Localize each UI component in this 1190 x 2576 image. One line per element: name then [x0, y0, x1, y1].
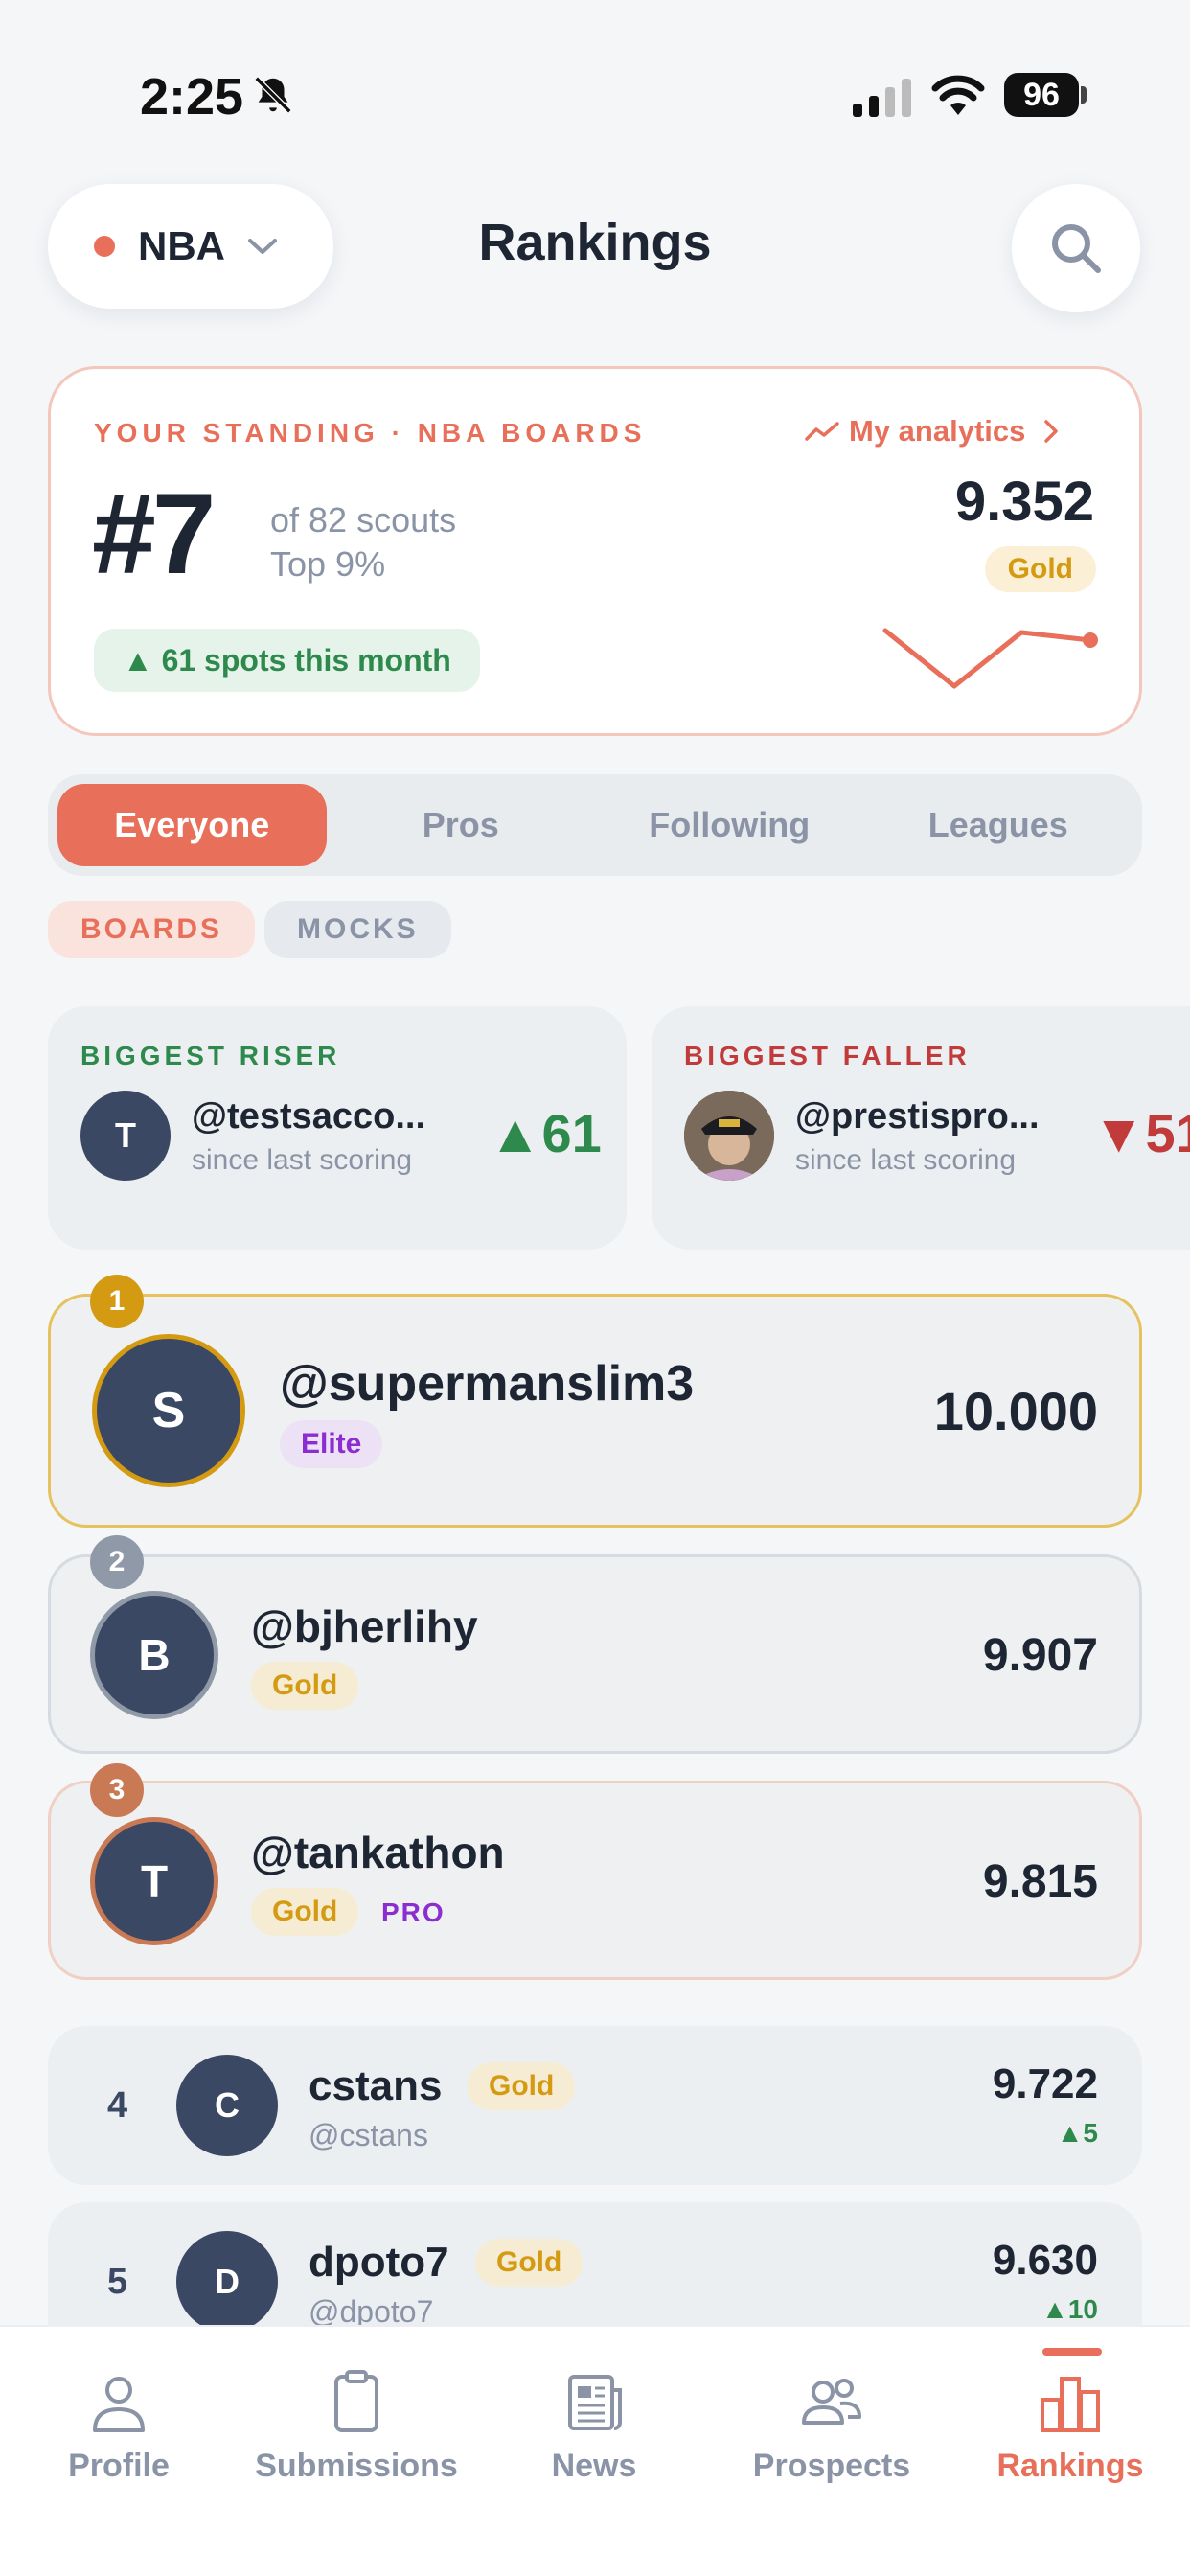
audience-segmented-control: Everyone Pros Following Leagues [48, 774, 1142, 876]
analytics-label: My analytics [849, 414, 1026, 448]
row-avatar-5: D [176, 2231, 278, 2333]
podium-avatar-3: T [90, 1817, 218, 1945]
up-arrow-icon: ▲ [1056, 2118, 1084, 2148]
up-arrow-icon: ▲ [1041, 2294, 1068, 2324]
row-rank-5: 5 [107, 2262, 128, 2302]
chevron-right-icon [1044, 420, 1059, 443]
up-arrow-icon: ▲ [489, 1103, 542, 1163]
search-icon [1052, 224, 1101, 273]
standing-score: 9.352 [954, 471, 1094, 533]
podium-tag-1: Elite [280, 1420, 383, 1468]
segment-everyone[interactable]: Everyone [57, 784, 327, 866]
riser-name: @testsacco... [192, 1096, 426, 1137]
newspaper-icon [568, 2375, 622, 2430]
pro-badge: PRO [381, 1898, 446, 1927]
clipboard-icon [334, 2370, 378, 2432]
search-button[interactable] [1012, 184, 1140, 312]
tab-news[interactable]: News [475, 2367, 713, 2485]
trend-icon [805, 422, 839, 441]
status-time: 2:25 [140, 68, 244, 126]
riser-avatar: T [80, 1091, 171, 1181]
standing-top-percent: Top 9% [270, 544, 386, 584]
spots-change-text: 61 spots this month [161, 643, 451, 678]
wifi-icon [931, 75, 985, 115]
faller-name: @prestispro... [795, 1096, 1040, 1137]
tab-submissions-label: Submissions [255, 2448, 458, 2484]
tab-rankings[interactable]: Rankings [950, 2367, 1190, 2485]
row-name-5: dpoto7 [309, 2239, 449, 2286]
faller-avatar [684, 1091, 774, 1181]
row-delta-5: ▲10 [1041, 2294, 1098, 2325]
podium-name-1: @supermanslim3 [280, 1356, 695, 1412]
row-tag-4: Gold [468, 2062, 576, 2110]
chip-mocks[interactable]: MOCKS [264, 901, 451, 958]
podium-score-1: 10.000 [933, 1381, 1098, 1441]
spots-change-badge: ▲ 61 spots this month [94, 629, 480, 692]
tab-prospects-label: Prospects [752, 2448, 911, 2484]
tab-profile[interactable]: Profile [0, 2367, 238, 2485]
podium-score-2: 9.907 [982, 1630, 1098, 1681]
faller-delta-value: 51 [1145, 1103, 1190, 1163]
standing-sparkline [882, 628, 1098, 689]
row-delta-4: ▲5 [1057, 2118, 1098, 2149]
rank-badge-1: 1 [90, 1275, 144, 1328]
row-score-4: 9.722 [992, 2060, 1098, 2107]
podium-name-2: @bjherlihy [251, 1601, 478, 1651]
profile-icon [93, 2377, 145, 2432]
up-arrow-icon: ▲ [123, 643, 153, 678]
row-delta-value-4: 5 [1083, 2118, 1098, 2148]
faller-kicker: BIGGEST FALLER [684, 1041, 971, 1070]
rank-badge-2: 2 [90, 1535, 144, 1589]
podium-tag-3: Gold [251, 1888, 359, 1936]
row-name-4: cstans [309, 2062, 443, 2109]
tab-rankings-label: Rankings [996, 2448, 1144, 2484]
segment-pros[interactable]: Pros [327, 784, 596, 866]
riser-subtitle: since last scoring [192, 1144, 413, 1176]
chip-boards[interactable]: BOARDS [48, 901, 256, 958]
podium-name-3: @tankathon [251, 1828, 505, 1877]
tab-prospects[interactable]: Prospects [713, 2367, 950, 2485]
riser-delta-value: 61 [541, 1103, 602, 1163]
bar-chart-icon [1041, 2377, 1100, 2432]
tab-profile-label: Profile [68, 2448, 170, 2484]
active-tab-indicator [1042, 2348, 1102, 2356]
tab-news-label: News [551, 2448, 637, 2484]
rank-badge-3: 3 [90, 1763, 144, 1817]
row-score-5: 9.630 [992, 2237, 1098, 2284]
row-avatar-4: C [176, 2055, 278, 2156]
people-icon [802, 2379, 861, 2425]
standing-kicker: YOUR STANDING · NBA BOARDS [94, 418, 647, 448]
row-delta-value-5: 10 [1067, 2294, 1098, 2324]
row-tag-5: Gold [475, 2239, 584, 2287]
segment-leagues[interactable]: Leagues [864, 784, 1133, 866]
battery-icon: 96 [1004, 73, 1079, 117]
signal-icon [853, 79, 911, 117]
podium-tag-2: Gold [251, 1662, 359, 1710]
standing-tier-badge: Gold [984, 546, 1096, 592]
standing-rank: #7 [92, 470, 216, 598]
riser-delta: ▲61 [489, 1102, 602, 1164]
standing-of-scouts: of 82 scouts [270, 500, 457, 540]
row-rank-4: 4 [107, 2085, 128, 2126]
segment-following[interactable]: Following [595, 784, 864, 866]
row-handle-4: @cstans [309, 2118, 428, 2152]
analytics-link[interactable]: My analytics [805, 414, 1073, 448]
riser-kicker: BIGGEST RISER [80, 1041, 341, 1070]
down-arrow-icon: ▼ [1092, 1103, 1146, 1163]
faller-subtitle: since last scoring [795, 1144, 1017, 1176]
podium-avatar-2: B [90, 1591, 218, 1719]
tab-submissions[interactable]: Submissions [238, 2367, 475, 2485]
faller-delta: ▼51 [1092, 1102, 1190, 1164]
battery-tip [1081, 86, 1087, 104]
podium-avatar-1: S [92, 1334, 245, 1487]
bell-slash-icon [254, 76, 292, 114]
podium-score-3: 9.815 [982, 1856, 1098, 1907]
avatar-photo [684, 1091, 774, 1181]
